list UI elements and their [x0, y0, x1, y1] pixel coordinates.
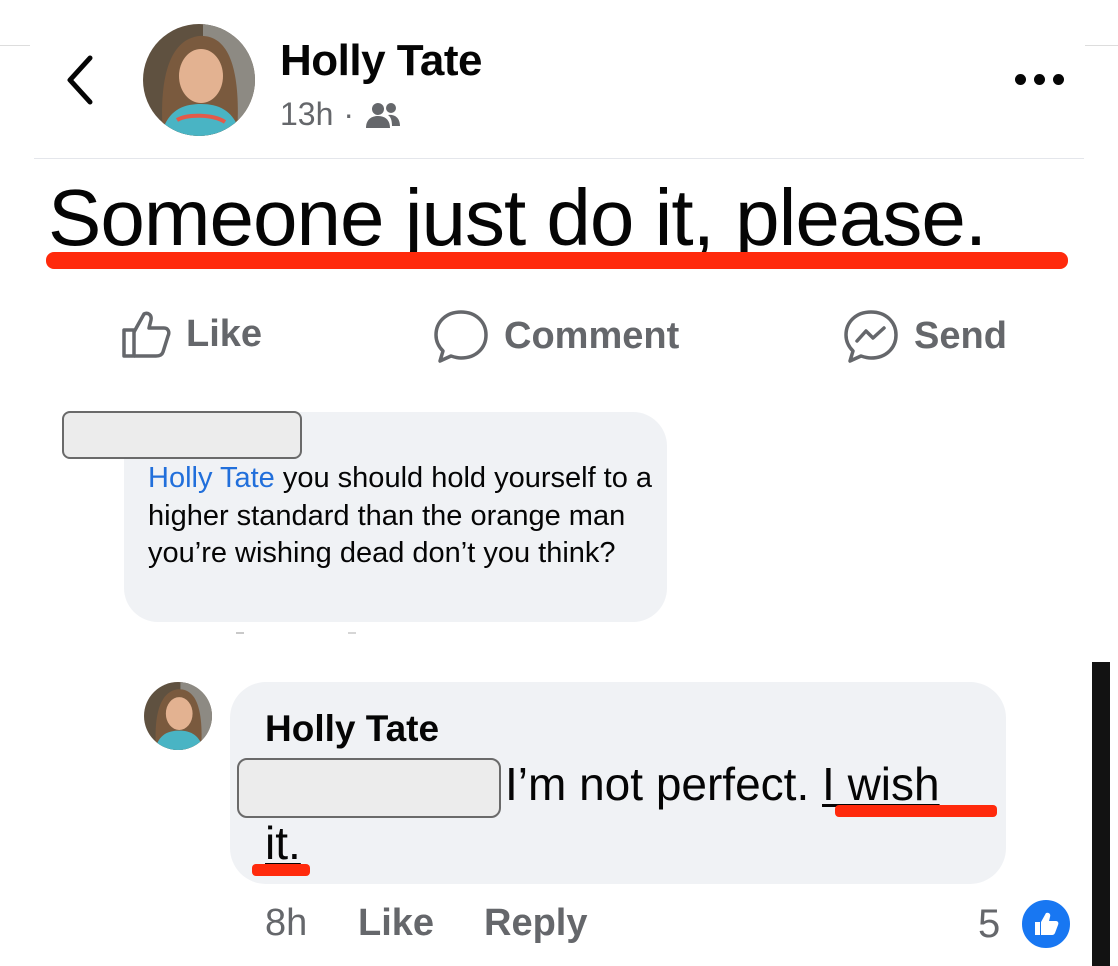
comment-button[interactable]: Comment — [432, 308, 679, 364]
red-underline-annotation — [46, 252, 1068, 269]
avatar-photo — [143, 24, 255, 136]
comment-text: Holly Tate you should hold yourself to a… — [148, 460, 658, 573]
more-options-button[interactable] — [1015, 64, 1075, 94]
post-meta: 13h · — [280, 96, 402, 133]
author-avatar[interactable] — [143, 24, 255, 136]
post-author-name[interactable]: Holly Tate — [280, 36, 483, 86]
mention-link[interactable]: Holly Tate — [148, 462, 275, 494]
dot-icon — [1034, 73, 1045, 85]
reply-author-avatar[interactable] — [144, 682, 212, 750]
cropped-text-remnant — [236, 632, 356, 634]
send-button[interactable]: Send — [842, 308, 1007, 364]
like-button[interactable]: Like — [120, 308, 262, 360]
like-label: Like — [186, 312, 263, 355]
top-divider-left — [0, 45, 30, 46]
dot-icon — [1015, 73, 1026, 85]
header-divider — [34, 158, 1084, 159]
post-text: Someone just do it, please. — [48, 173, 987, 262]
thumbs-up-icon — [122, 311, 171, 358]
reply-author-name[interactable]: Holly Tate — [265, 708, 439, 750]
comment-label: Comment — [504, 314, 680, 357]
reply-text-underlined: I wish — [822, 758, 940, 810]
red-underline-annotation — [835, 805, 997, 817]
avatar-photo — [144, 682, 212, 750]
back-button[interactable] — [56, 52, 106, 108]
chevron-left-icon — [67, 55, 93, 105]
reply-reply-button[interactable]: Reply — [484, 902, 587, 945]
meta-separator: · — [343, 96, 355, 132]
reply-like-button[interactable]: Like — [358, 902, 434, 945]
messenger-icon — [844, 310, 898, 363]
redacted-name-box — [62, 411, 302, 459]
redacted-name-box — [237, 758, 501, 818]
thumbs-up-icon — [1035, 912, 1059, 935]
reply-text-line2: it. — [265, 817, 301, 869]
reply-text-line1: I’m not perfect. I wish — [505, 757, 940, 811]
reply-timestamp[interactable]: 8h — [265, 902, 307, 945]
send-label: Send — [914, 314, 1007, 357]
post-timestamp[interactable]: 13h — [280, 96, 333, 133]
friends-icon — [366, 102, 401, 128]
like-reaction-icon — [1020, 898, 1072, 950]
red-underline-annotation — [252, 864, 310, 876]
reply-text-plain: I’m not perfect. — [505, 758, 823, 810]
reaction-count[interactable]: 5 — [978, 902, 1000, 947]
top-divider-right — [1085, 45, 1118, 46]
scrollbar-edge — [1092, 662, 1110, 966]
dot-icon — [1053, 73, 1064, 85]
comment-bubble-icon — [434, 310, 488, 363]
